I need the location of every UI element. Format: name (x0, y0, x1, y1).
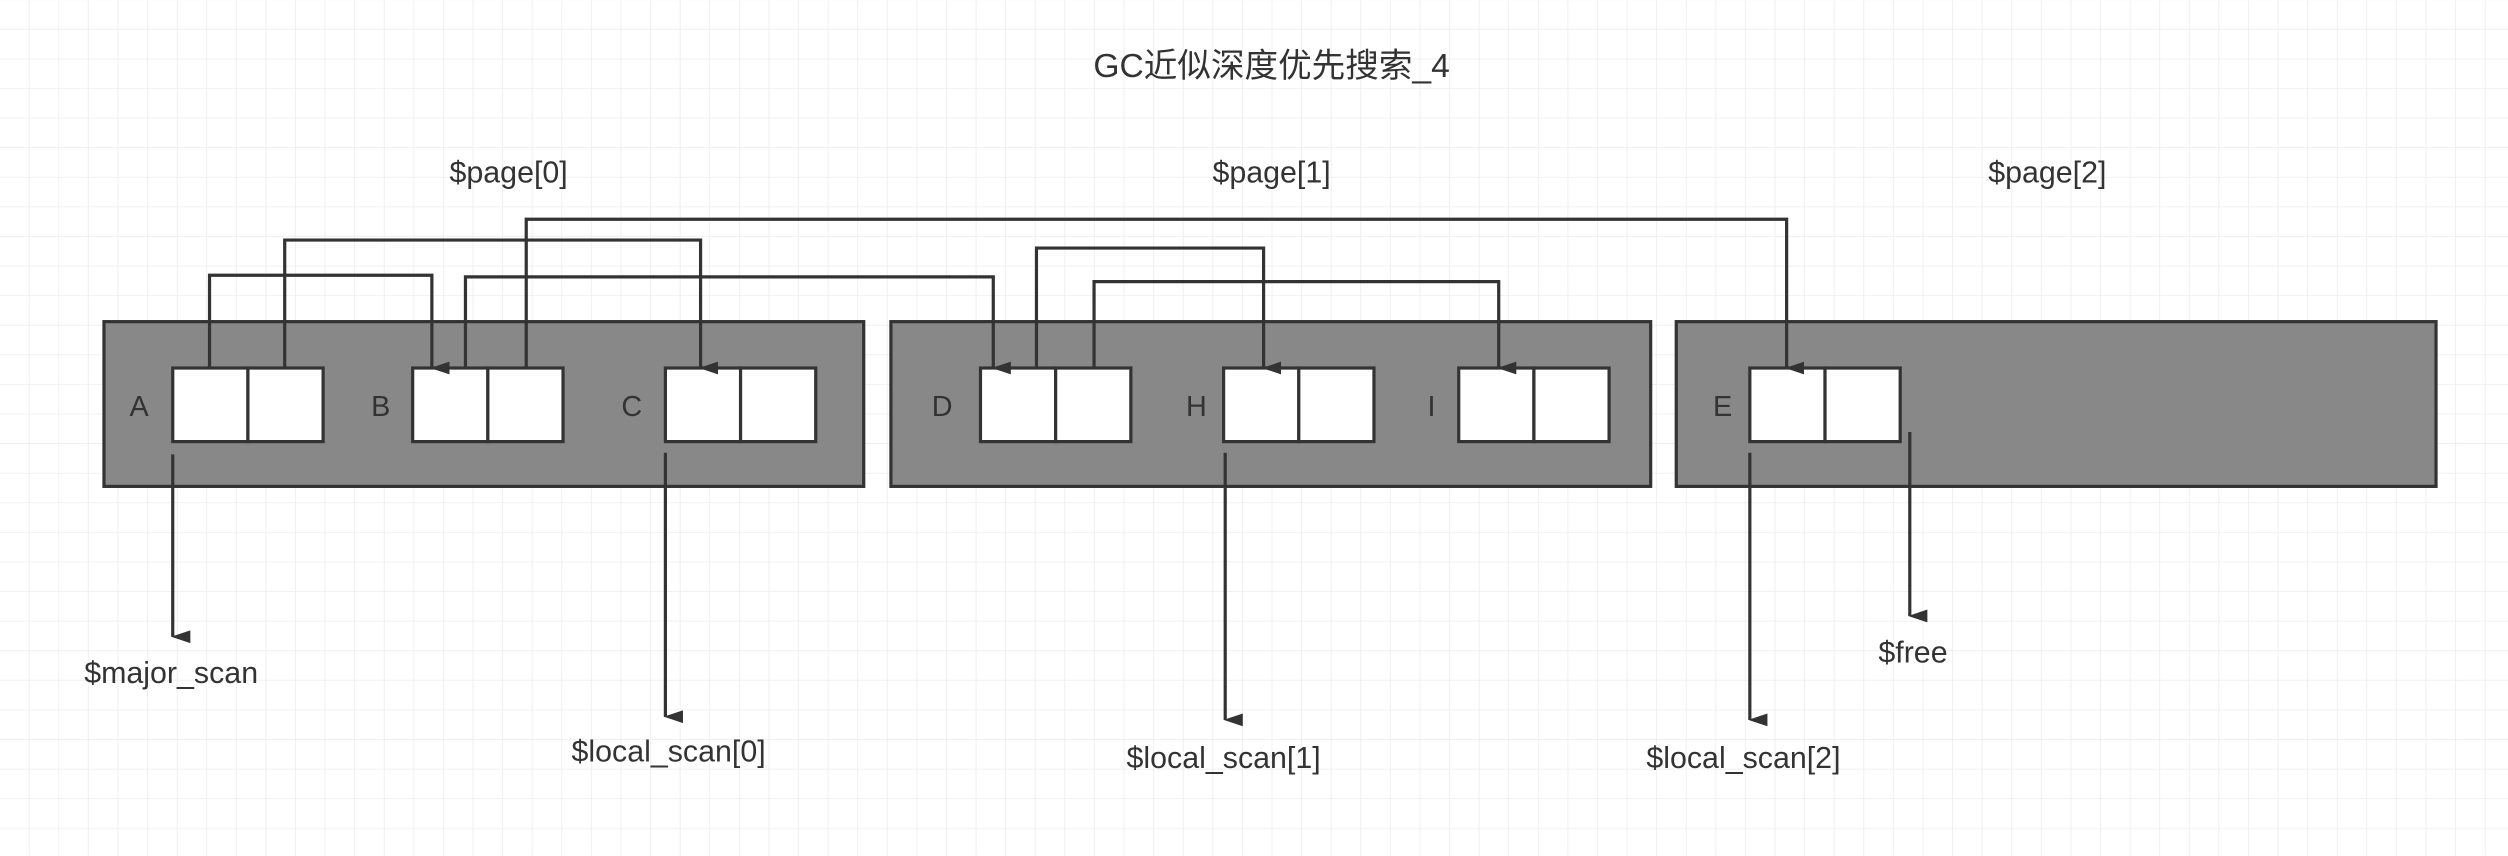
object-b-field-0 (411, 366, 490, 444)
object-h-field-0 (1222, 366, 1301, 444)
local-scan-2-label: $local_scan[2] (1646, 741, 1840, 775)
object-d-field-1 (1054, 366, 1133, 444)
object-d-field-0 (978, 366, 1058, 444)
object-e-field-1 (1823, 366, 1902, 444)
local-scan-0-label: $local_scan[0] (571, 734, 765, 768)
diagram-canvas: GC近似深度优先搜索_4 $page[0] A B C $page[1] D H I $page… (0, 0, 2508, 856)
object-label-b: B (371, 391, 390, 423)
object-b-field-1 (486, 366, 565, 444)
object-label-e: E (1713, 391, 1732, 423)
object-label-c: C (621, 391, 642, 423)
local-scan-1-label: $local_scan[1] (1127, 741, 1321, 775)
page-label: $page[1] (1212, 155, 1330, 189)
diagram-title: GC近似深度优先搜索_4 (1093, 47, 1449, 85)
page-label: $page[0] (450, 155, 568, 189)
object-label-i: I (1428, 391, 1436, 423)
major-scan-label: $major_scan (84, 656, 258, 690)
object-a-field-1 (246, 366, 325, 444)
object-i-field-1 (1532, 366, 1611, 444)
object-h-field-1 (1297, 366, 1376, 444)
object-label-h: H (1186, 391, 1207, 423)
object-label-d: D (932, 391, 953, 423)
free-label: $free (1878, 635, 1947, 669)
object-i-field-0 (1457, 366, 1536, 444)
object-label-a: A (130, 391, 150, 423)
object-a-field-0 (171, 366, 250, 444)
object-c-field-0 (663, 366, 743, 444)
object-c-field-1 (738, 366, 818, 444)
object-e-field-0 (1748, 366, 1827, 444)
page-label: $page[2] (1988, 155, 2106, 189)
